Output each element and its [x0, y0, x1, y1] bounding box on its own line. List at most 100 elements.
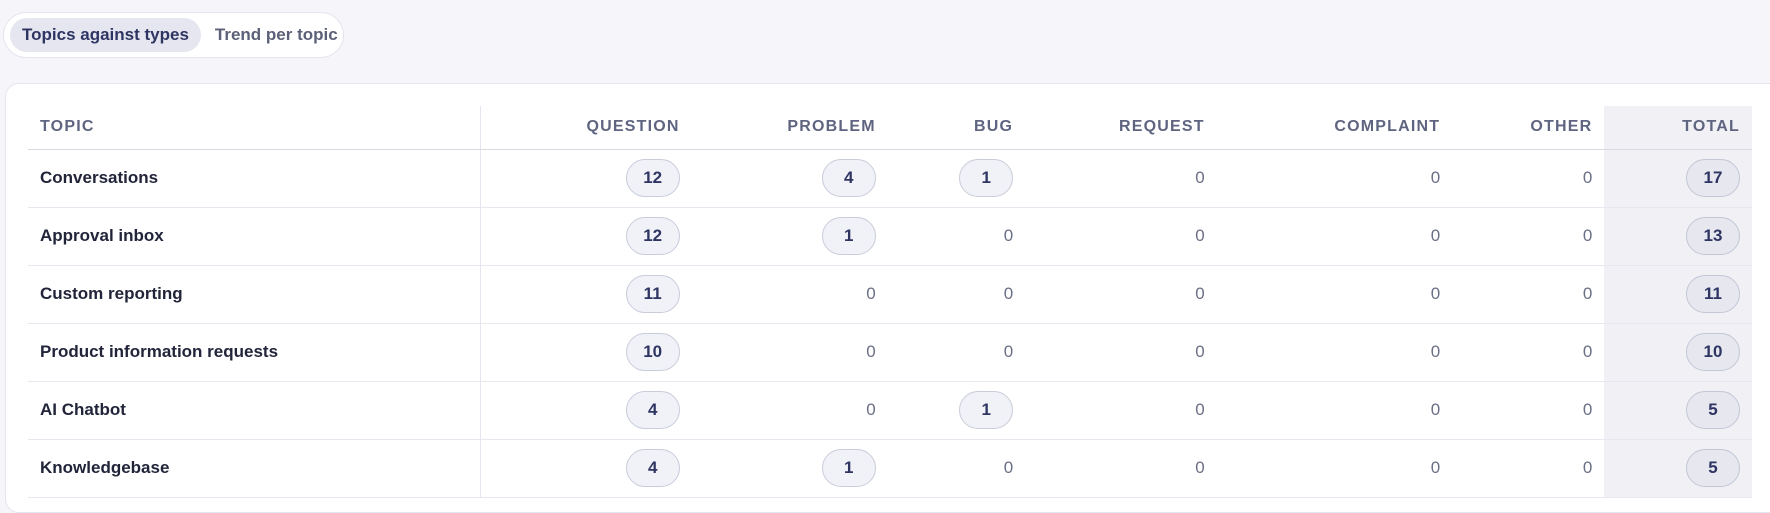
cell-total: 5 — [1604, 439, 1752, 498]
total-pill[interactable]: 11 — [1686, 275, 1740, 313]
topic-name: Custom reporting — [28, 265, 482, 324]
cell-complaint: 0 — [1216, 323, 1453, 382]
cell-bug: 1 — [887, 381, 1026, 440]
cell-problem: 1 — [691, 439, 888, 498]
count-value: 0 — [1430, 284, 1441, 303]
count-value: 0 — [1430, 226, 1441, 245]
column-header-total: TOTAL — [1604, 106, 1752, 150]
total-pill[interactable]: 10 — [1686, 333, 1740, 371]
topics-table-card: TOPIC QUESTION PROBLEM BUG REQUEST COMPL… — [5, 83, 1770, 513]
cell-complaint: 0 — [1216, 381, 1453, 440]
cell-problem: 4 — [691, 149, 888, 208]
cell-total: 17 — [1604, 149, 1752, 208]
table-row: Product information requests 10 0 0 0 0 0 10 — [28, 323, 1752, 382]
count-value: 0 — [1582, 226, 1593, 245]
count-value: 0 — [1582, 458, 1593, 477]
count-value: 0 — [1195, 284, 1205, 303]
cell-request: 0 — [1025, 323, 1217, 382]
count-pill[interactable]: 4 — [625, 391, 680, 429]
cell-complaint: 0 — [1216, 149, 1453, 208]
count-value: 0 — [1195, 168, 1205, 187]
cell-complaint: 0 — [1216, 207, 1453, 266]
cell-problem: 0 — [691, 265, 888, 324]
count-value: 0 — [1430, 342, 1441, 361]
cell-other: 0 — [1452, 381, 1605, 440]
cell-request: 0 — [1025, 439, 1217, 498]
count-pill[interactable]: 4 — [625, 449, 680, 487]
topic-name: Conversations — [28, 149, 482, 208]
total-pill[interactable]: 5 — [1686, 391, 1740, 429]
total-pill[interactable]: 13 — [1686, 217, 1740, 255]
count-pill[interactable]: 4 — [821, 159, 876, 197]
count-pill[interactable]: 1 — [821, 449, 876, 487]
table-row: Approval inbox 12 1 0 0 0 0 13 — [28, 207, 1752, 266]
cell-bug: 0 — [887, 207, 1026, 266]
cell-other: 0 — [1452, 323, 1605, 382]
cell-question: 11 — [480, 265, 692, 324]
cell-other: 0 — [1452, 207, 1605, 266]
topic-name: Knowledgebase — [28, 439, 482, 498]
cell-question: 4 — [480, 439, 692, 498]
count-pill[interactable]: 1 — [959, 391, 1014, 429]
count-value: 0 — [1003, 226, 1014, 245]
cell-other: 0 — [1452, 439, 1605, 498]
cell-other: 0 — [1452, 149, 1605, 208]
count-pill[interactable]: 1 — [821, 217, 876, 255]
cell-complaint: 0 — [1216, 439, 1453, 498]
table-row: Knowledgebase 4 1 0 0 0 0 5 — [28, 439, 1752, 498]
cell-total: 13 — [1604, 207, 1752, 266]
count-value: 0 — [1003, 342, 1014, 361]
cell-problem: 1 — [691, 207, 888, 266]
view-tabs: Topics against types Trend per topic — [3, 12, 344, 58]
table-row: Conversations 12 4 1 0 0 0 17 — [28, 149, 1752, 208]
count-value: 0 — [1195, 342, 1205, 361]
count-pill[interactable]: 1 — [959, 159, 1014, 197]
column-header-question: QUESTION — [480, 106, 692, 150]
table-row: AI Chatbot 4 0 1 0 0 0 5 — [28, 381, 1752, 440]
column-header-request: REQUEST — [1025, 106, 1217, 150]
column-header-complaint: COMPLAINT — [1216, 106, 1453, 150]
cell-bug: 0 — [887, 323, 1026, 382]
total-pill[interactable]: 5 — [1686, 449, 1740, 487]
cell-problem: 0 — [691, 323, 888, 382]
tab-trend-per-topic[interactable]: Trend per topic — [203, 18, 350, 52]
count-pill[interactable]: 12 — [625, 217, 680, 255]
cell-request: 0 — [1025, 207, 1217, 266]
cell-question: 12 — [480, 207, 692, 266]
count-value: 0 — [1582, 284, 1593, 303]
count-pill[interactable]: 10 — [625, 333, 680, 371]
count-value: 0 — [1430, 400, 1441, 419]
cell-bug: 1 — [887, 149, 1026, 208]
table-row: Custom reporting 11 0 0 0 0 0 11 — [28, 265, 1752, 324]
count-value: 0 — [866, 400, 876, 419]
cell-total: 11 — [1604, 265, 1752, 324]
topic-name: AI Chatbot — [28, 381, 482, 440]
topic-name: Approval inbox — [28, 207, 482, 266]
cell-request: 0 — [1025, 149, 1217, 208]
count-pill[interactable]: 12 — [625, 159, 680, 197]
cell-question: 10 — [480, 323, 692, 382]
cell-bug: 0 — [887, 265, 1026, 324]
count-value: 0 — [1582, 342, 1593, 361]
total-pill[interactable]: 17 — [1686, 159, 1740, 197]
cell-complaint: 0 — [1216, 265, 1453, 324]
cell-question: 12 — [480, 149, 692, 208]
count-value: 0 — [1003, 458, 1014, 477]
cell-problem: 0 — [691, 381, 888, 440]
count-value: 0 — [1195, 400, 1205, 419]
topic-name: Product information requests — [28, 323, 482, 382]
column-header-problem: PROBLEM — [691, 106, 888, 150]
count-value: 0 — [1582, 168, 1593, 187]
count-value: 0 — [1003, 284, 1014, 303]
column-header-bug: BUG — [887, 106, 1026, 150]
count-value: 0 — [1195, 458, 1205, 477]
cell-question: 4 — [480, 381, 692, 440]
count-value: 0 — [1582, 400, 1593, 419]
cell-request: 0 — [1025, 381, 1217, 440]
count-value: 0 — [1430, 168, 1441, 187]
count-value: 0 — [866, 284, 876, 303]
tab-topics-against-types[interactable]: Topics against types — [10, 18, 201, 52]
count-value: 0 — [1195, 226, 1205, 245]
count-value: 0 — [866, 342, 876, 361]
count-pill[interactable]: 11 — [625, 275, 680, 313]
